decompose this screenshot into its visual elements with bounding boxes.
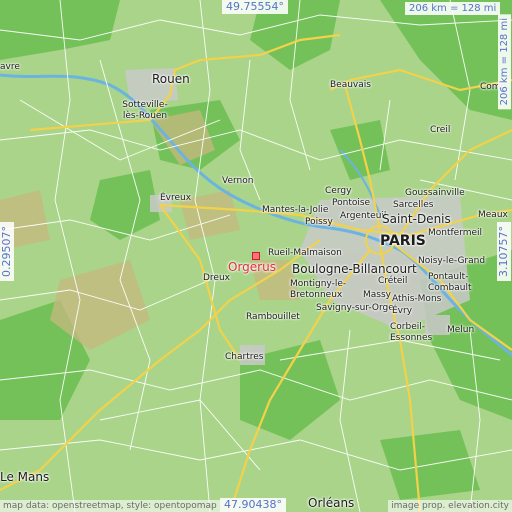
city-label-massy: Massy — [363, 290, 391, 300]
attribution-image: image prop. elevation.city — [388, 500, 512, 512]
coord-top: 49.75554° — [222, 0, 288, 14]
city-label-meaux: Meaux — [478, 210, 508, 220]
coord-right: 3.10757° — [497, 222, 511, 281]
city-label-avre: avre — [0, 62, 20, 72]
city-label-le-mans: Le Mans — [0, 470, 50, 484]
scale-bar-right: 206 km = 128 mi — [498, 14, 511, 110]
target-location-label: Orgerus — [228, 260, 276, 274]
city-label-melun: Melun — [447, 325, 475, 335]
city-label-pontault: Pontault-Combault — [428, 272, 472, 293]
city-label-argenteuil: Argenteuil — [340, 211, 387, 221]
city-label-poissy: Poissy — [305, 217, 333, 227]
city-label-creteil: Créteil — [378, 276, 408, 286]
city-label-rueil: Rueil-Malmaison — [268, 248, 342, 258]
coord-bottom: 47.90438° — [220, 498, 286, 512]
city-label-vernon: Vernon — [222, 176, 254, 186]
city-label-mantes: Mantes-la-Jolie — [262, 205, 329, 215]
city-label-pontoise: Pontoise — [332, 198, 371, 208]
city-label-cergy: Cergy — [325, 186, 352, 196]
city-label-sotteville: Sotteville-lès-Rouen — [122, 100, 168, 121]
city-label-evry: Évry — [392, 306, 413, 316]
elevation-map[interactable]: avre Rouen Sotteville-lès-Rouen Beauvais… — [0, 0, 512, 512]
city-label-boulogne: Boulogne-Billancourt — [292, 262, 417, 276]
city-label-chartres: Chartres — [225, 352, 264, 362]
city-label-rambouillet: Rambouillet — [246, 312, 300, 322]
city-label-evreux: Évreux — [160, 193, 192, 203]
city-label-montfermeil: Montfermeil — [428, 228, 483, 238]
city-label-orleans: Orléans — [308, 496, 355, 510]
city-label-saint-denis: Saint-Denis — [382, 212, 451, 226]
city-label-savigny: Savigny-sur-Orge — [316, 303, 394, 313]
city-label-beauvais: Beauvais — [330, 80, 371, 90]
city-label-rouen: Rouen — [152, 72, 190, 86]
coord-left: 0.29507° — [0, 222, 14, 281]
city-label-sarcelles: Sarcelles — [393, 200, 434, 210]
city-label-athis: Athis-Mons — [392, 294, 442, 304]
city-label-paris: PARIS — [380, 233, 426, 249]
city-label-montigny: Montigny-le-Bretonneux — [290, 279, 347, 300]
city-label-goussainville: Goussainville — [405, 188, 465, 198]
scale-bar-top: 206 km = 128 mi — [405, 2, 501, 15]
city-label-noisy: Noisy-le-Grand — [418, 256, 486, 266]
target-location-marker[interactable] — [252, 252, 260, 260]
city-label-dreux: Dreux — [203, 273, 230, 283]
attribution-map-data: map data: openstreetmap, style: opentopo… — [0, 500, 220, 512]
city-label-corbeil: Corbeil-Essonnes — [390, 322, 433, 343]
city-label-creil: Creil — [430, 125, 451, 135]
